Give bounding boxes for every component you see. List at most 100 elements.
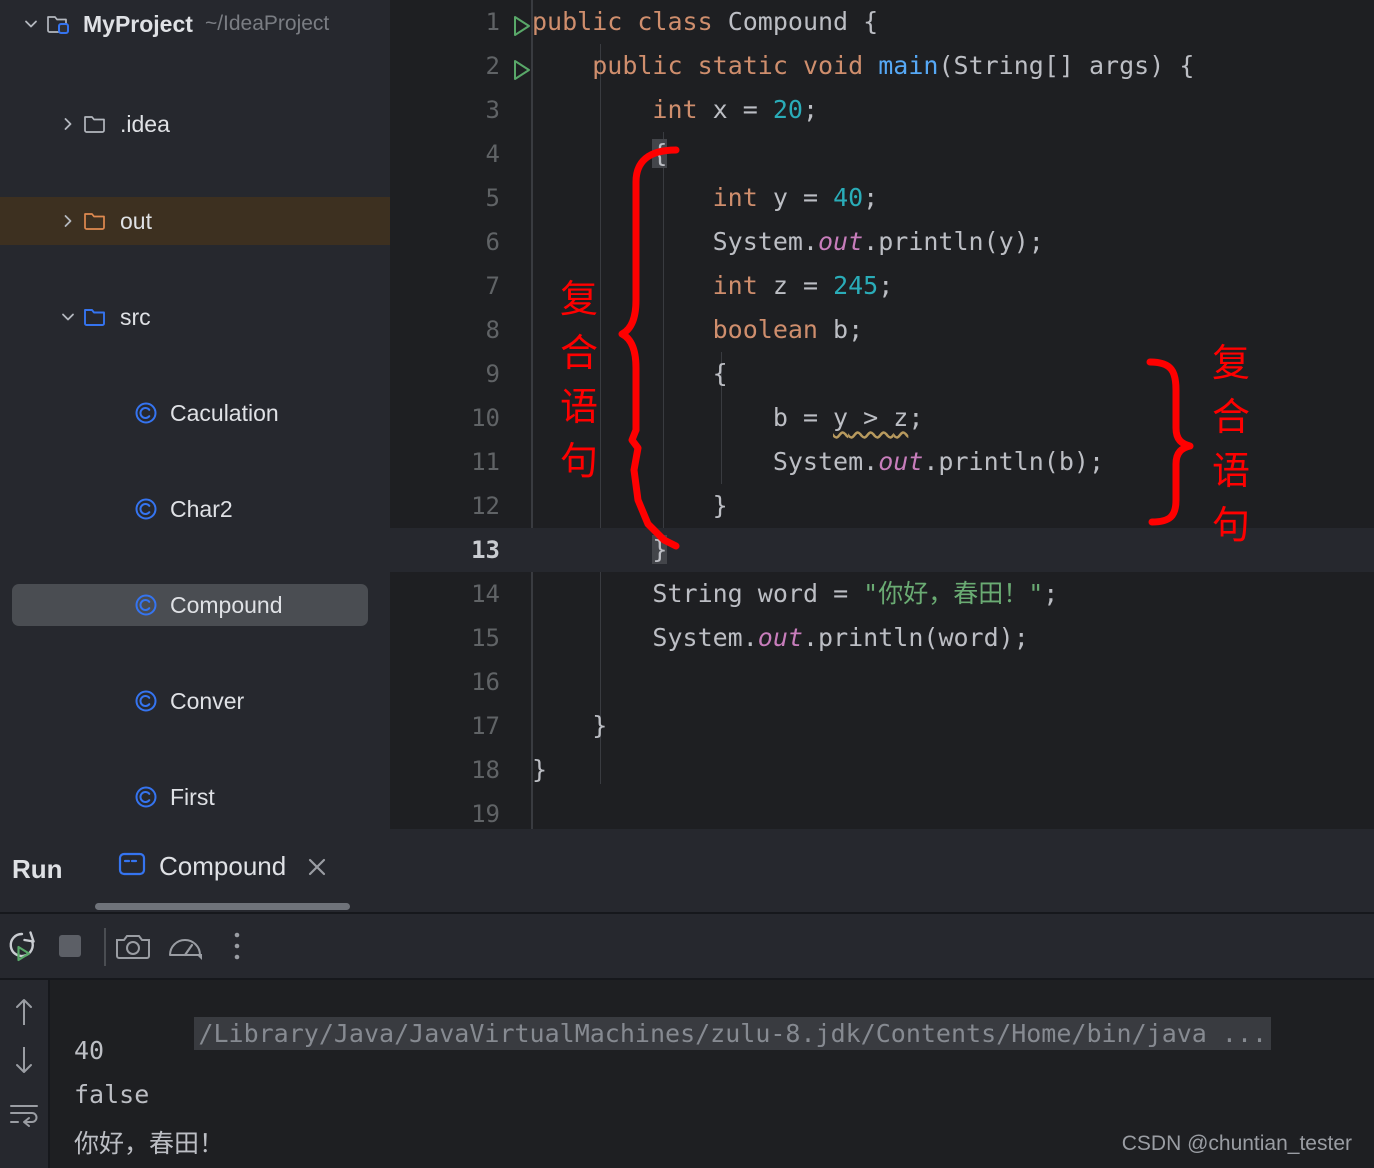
folder-blue-icon	[81, 302, 111, 332]
code-text: }	[532, 704, 607, 748]
watermark: CSDN @chuntian_tester	[1121, 1132, 1352, 1155]
token-param: args	[1089, 51, 1150, 80]
token-type: String	[652, 579, 743, 608]
left-annotation-label: 复 合 语 句	[559, 277, 598, 483]
tree-item-label: First	[170, 783, 215, 810]
token-keyword: static	[697, 51, 788, 80]
java-class-icon	[131, 398, 161, 428]
stop-button[interactable]	[50, 926, 90, 966]
rerun-button[interactable]	[2, 926, 42, 966]
code-line-15[interactable]: 15 System.out.println(word);	[390, 616, 1374, 660]
close-icon[interactable]	[304, 854, 330, 880]
chevron-down-icon[interactable]	[55, 304, 81, 330]
tree-item-conver[interactable]: Conver	[0, 677, 390, 725]
screenshot-button[interactable]	[113, 926, 153, 966]
line-number: 12	[471, 492, 500, 520]
code-line-2[interactable]: 2 public static void main(String[] args)…	[390, 44, 1374, 88]
token-number: 40	[833, 183, 864, 212]
token-keyword: int	[712, 271, 758, 300]
chevron-right-icon[interactable]	[55, 111, 81, 137]
token-type: String	[953, 51, 1044, 80]
code-line-5[interactable]: 5 int y = 40;	[390, 176, 1374, 220]
tree-item-label: out	[120, 207, 152, 234]
token-var: z	[893, 403, 909, 432]
token-keyword: public	[532, 7, 623, 36]
more-options-button[interactable]	[217, 926, 257, 966]
line-number: 9	[485, 360, 500, 388]
tree-item-first[interactable]: First	[0, 773, 390, 821]
tree-item-out[interactable]: out	[0, 197, 390, 245]
tab-compound[interactable]: Compound	[118, 851, 330, 882]
code-line-7[interactable]: 7 int z = 245;	[390, 264, 1374, 308]
token-class: System	[712, 227, 803, 256]
line-number: 17	[471, 712, 500, 740]
tree-item-compound[interactable]: Compound	[0, 581, 390, 629]
tree-item-caculation[interactable]: Caculation	[0, 389, 390, 437]
token-warning-expression: y > z	[833, 403, 909, 432]
token-keyword: void	[802, 51, 864, 80]
run-toolbar[interactable]	[0, 914, 1374, 978]
tree-item-char2[interactable]: Char2	[0, 485, 390, 533]
token-var: word	[757, 579, 819, 608]
token-keyword: int	[712, 183, 758, 212]
token-var: y	[998, 227, 1014, 256]
code-text: {	[532, 132, 668, 176]
token-field: out	[878, 447, 924, 476]
code-text: }	[532, 748, 547, 792]
line-number: 1	[485, 8, 500, 36]
console-command-line[interactable]: /Library/Java/JavaVirtualMachines/zulu-8…	[74, 990, 1272, 1077]
code-line-19[interactable]: 19	[390, 792, 1374, 829]
folder-orange-icon	[81, 206, 111, 236]
java-class-icon	[131, 494, 161, 524]
tree-item-label: Compound	[170, 591, 283, 618]
token-var: x	[712, 95, 728, 124]
token-var: y	[833, 403, 849, 432]
token-keyword: boolean	[712, 315, 818, 344]
code-line-14[interactable]: 14 String word = "你好，春田！";	[390, 572, 1374, 616]
code-line-16[interactable]: 16	[390, 660, 1374, 704]
token-brace-highlighted: }	[652, 535, 668, 564]
line-number: 3	[485, 96, 500, 124]
project-tree-panel[interactable]: MyProject ~/IdeaProject .idea out src Ca…	[0, 0, 390, 829]
toolbar-separator	[104, 928, 106, 966]
code-text: int y = 40;	[712, 183, 879, 212]
token-number: 20	[772, 95, 803, 124]
token-class: System	[652, 623, 743, 652]
token-method: println	[878, 227, 984, 256]
java-class-icon	[131, 590, 161, 620]
run-panel-title: Run	[12, 854, 63, 884]
code-line-17[interactable]: 17 }	[390, 704, 1374, 748]
run-tool-window: Run Compound /Library/Java/JavaVirtualMa…	[0, 829, 1374, 1168]
tree-item-label: Caculation	[170, 399, 279, 426]
line-number: 7	[485, 272, 500, 300]
java-class-icon	[131, 686, 161, 716]
tree-item-src[interactable]: src	[0, 293, 390, 341]
code-text: public class Compound {	[532, 7, 879, 36]
code-text: }	[532, 484, 728, 528]
code-line-6[interactable]: 6 System.out.println(y);	[390, 220, 1374, 264]
code-line-4[interactable]: 4 {	[390, 132, 1374, 176]
profiler-button[interactable]	[165, 926, 205, 966]
code-text: System.out.println(y);	[712, 227, 1044, 256]
soft-wrap-button[interactable]	[6, 1096, 42, 1132]
code-line-18[interactable]: 18 }	[390, 748, 1374, 792]
tree-item-idea[interactable]: .idea	[0, 100, 390, 148]
scroll-down-button[interactable]	[6, 1042, 42, 1078]
code-line-3[interactable]: 3 int x = 20;	[390, 88, 1374, 132]
tree-item-myproject[interactable]: MyProject ~/IdeaProject	[0, 0, 390, 48]
chevron-right-icon[interactable]	[55, 208, 81, 234]
tree-item-label: Char2	[170, 495, 233, 522]
line-number: 11	[471, 448, 500, 476]
code-line-1[interactable]: 1 public class Compound {	[390, 0, 1374, 44]
code-text: System.out.println(word);	[652, 623, 1029, 652]
console-rail[interactable]	[0, 980, 48, 1168]
tab-label: Compound	[159, 851, 287, 881]
token-brace: {	[712, 359, 728, 388]
console-icon	[118, 851, 146, 882]
scroll-up-button[interactable]	[6, 994, 42, 1030]
tree-item-label: Conver	[170, 687, 245, 714]
main-area: MyProject ~/IdeaProject .idea out src Ca…	[0, 0, 1374, 829]
line-number: 6	[485, 228, 500, 256]
code-text: public static void main(String[] args) {	[592, 51, 1195, 80]
chevron-down-icon[interactable]	[18, 11, 44, 37]
